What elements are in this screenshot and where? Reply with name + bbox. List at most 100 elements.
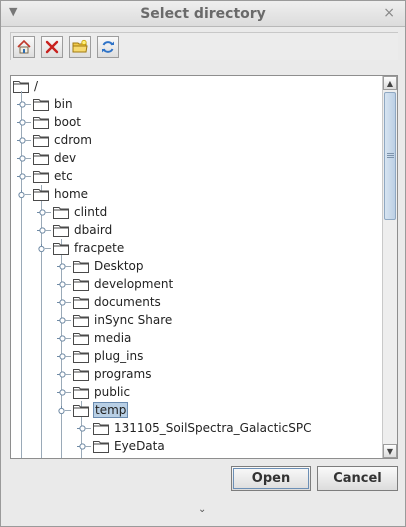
tree-guide-line (65, 374, 71, 375)
window-title: Select directory (140, 6, 266, 22)
tree-guide-line (65, 302, 71, 303)
tree-guide-line (65, 320, 71, 321)
tree-node[interactable]: dev (33, 149, 77, 167)
home-icon (17, 39, 31, 54)
tree-node-label: bin (54, 97, 73, 111)
tree-node-label: cdrom (54, 133, 92, 147)
directory-tree-panel: / bin boot cdrom dev etc home clintd dbaird frac… (10, 75, 398, 459)
new-folder-button[interactable] (69, 36, 91, 58)
new-folder-icon (72, 39, 88, 53)
tree-node[interactable]: Desktop (73, 257, 145, 275)
toolbar (10, 32, 398, 60)
home-button[interactable] (13, 36, 35, 58)
tree-node-label: etc (54, 169, 73, 183)
tree-node[interactable]: temp (73, 401, 129, 419)
scroll-up-button[interactable]: ▲ (383, 76, 397, 90)
folder-icon (93, 457, 109, 458)
tree-node[interactable]: dbaird (53, 221, 113, 239)
tree-node-label: fracpete (74, 241, 125, 255)
tree-node-label: 131105_SoilSpectra_GalacticSPC (114, 421, 312, 435)
folder-icon (33, 135, 49, 147)
cancel-button[interactable]: Cancel (317, 466, 398, 491)
tree-node-label: dbaird (74, 223, 113, 237)
tree-node[interactable]: media (73, 329, 132, 347)
tree-guide-line (65, 266, 71, 267)
folder-icon (73, 351, 89, 363)
tree-node[interactable]: EyeData (93, 437, 166, 455)
tree-guide-line (25, 104, 31, 105)
tree-node[interactable]: programs (73, 365, 152, 383)
tree-node[interactable]: development (73, 275, 174, 293)
select-directory-dialog: ▼ Select directory × / bin boot cdrom de… (0, 0, 406, 527)
folder-icon (33, 117, 49, 129)
folder-icon (73, 405, 89, 417)
folder-icon (33, 189, 49, 201)
tree-guide-line (45, 230, 51, 231)
folder-icon (33, 153, 49, 165)
open-button[interactable]: Open (231, 466, 311, 491)
folder-icon (53, 225, 69, 237)
directory-tree[interactable]: / bin boot cdrom dev etc home clintd dbaird frac… (11, 76, 382, 458)
tree-node[interactable]: 131105_SoilSpectra_GalacticSPC (93, 419, 312, 437)
tree-node[interactable]: home (33, 185, 89, 203)
folder-icon (73, 369, 89, 381)
tree-node-label: inSync Share (94, 313, 173, 327)
tree-node[interactable]: cdrom (33, 131, 93, 149)
vertical-scrollbar[interactable]: ▲ ▼ (382, 76, 397, 458)
folder-icon (73, 387, 89, 399)
folder-icon (73, 333, 89, 345)
folder-icon (33, 99, 49, 111)
delete-icon (45, 40, 59, 54)
tree-node[interactable] (93, 455, 115, 458)
tree-guide-line (65, 284, 71, 285)
arrow-up-icon: ▲ (386, 78, 394, 88)
folder-icon (73, 261, 89, 273)
tree-guide-line (65, 410, 71, 411)
tree-guide-line (25, 176, 31, 177)
tree-node[interactable]: plug_ins (73, 347, 144, 365)
tree-guide-line (25, 140, 31, 141)
tree-guide-line (65, 338, 71, 339)
tree-node[interactable]: boot (33, 113, 82, 131)
delete-button[interactable] (41, 36, 63, 58)
folder-icon (73, 279, 89, 291)
refresh-icon (102, 41, 114, 53)
tree-node-label: home (54, 187, 89, 201)
refresh-button[interactable] (97, 36, 119, 58)
scrollbar-thumb[interactable] (384, 92, 396, 220)
scroll-down-button[interactable]: ▼ (383, 444, 397, 458)
tree-guide-line (45, 212, 51, 213)
tree-node-label: clintd (74, 205, 108, 219)
close-icon[interactable]: × (383, 5, 395, 21)
folder-icon (73, 315, 89, 327)
tree-node[interactable]: clintd (53, 203, 108, 221)
tree-node-label: public (94, 385, 131, 399)
tree-node-label: Desktop (94, 259, 144, 273)
arrow-down-icon: ▼ (386, 446, 394, 456)
tree-node-label: documents (94, 295, 161, 309)
tree-node-label: programs (94, 367, 152, 381)
tree-node-label: media (94, 331, 132, 345)
tree-node[interactable]: bin (33, 95, 74, 113)
tree-guide-line (65, 392, 71, 393)
folder-icon (53, 243, 69, 255)
tree-guide-line (85, 446, 91, 447)
tree-node[interactable]: public (73, 383, 131, 401)
tree-node[interactable]: etc (33, 167, 74, 185)
tree-node-label: / (34, 79, 39, 93)
folder-icon (93, 441, 109, 453)
tree-node-root[interactable]: / (13, 77, 39, 95)
tree-guide-line (65, 356, 71, 357)
tree-guide-line (25, 158, 31, 159)
tree-guide-line (21, 91, 22, 458)
expand-chevron-icon[interactable]: ⌄ (198, 504, 206, 515)
tree-guide-line (25, 194, 31, 195)
tree-node-label: dev (54, 151, 77, 165)
tree-node[interactable]: fracpete (53, 239, 125, 257)
folder-icon (93, 423, 109, 435)
tree-node[interactable]: documents (73, 293, 162, 311)
folder-icon (33, 171, 49, 183)
title-bar: ▼ Select directory × (1, 1, 405, 27)
tree-node[interactable]: inSync Share (73, 311, 173, 329)
tree-node-label: EyeData (114, 439, 165, 453)
